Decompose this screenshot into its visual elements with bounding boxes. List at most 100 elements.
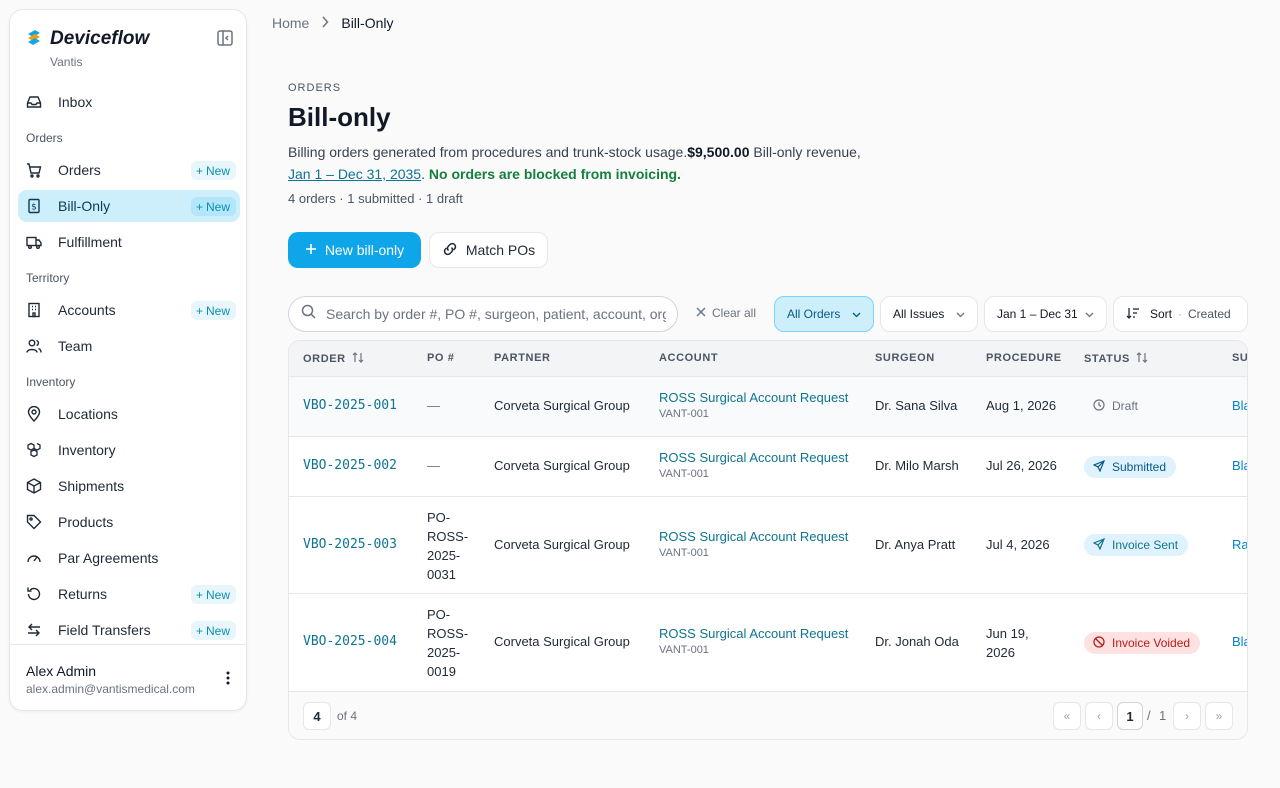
plus-icon: + [195,199,203,214]
new-bill-only-primary-button[interactable]: New bill-only [288,232,421,268]
account-link[interactable]: ROSS Surgical Account Request [659,529,848,544]
page-description: Billing orders generated from procedures… [288,144,861,182]
svg-text:$: $ [31,203,37,213]
all-orders-filter[interactable]: All Orders [774,296,874,332]
sidebar-item-label: Products [58,514,114,530]
sidebar-item-label: Par Agreements [58,550,159,566]
sidebar-item-team[interactable]: Team [18,330,240,362]
new-field-transfer-button[interactable]: + New [190,621,236,640]
sidebar-item-inventory[interactable]: Inventory [18,434,240,466]
sort-button[interactable]: Sort · Created [1113,296,1248,332]
search-input[interactable] [326,306,666,322]
procedure-date: Aug 1, 2026 [986,398,1057,413]
table-row[interactable]: VBO-2025-003 PO- ROSS- 2025- 0031 Corvet… [289,497,1247,594]
clear-all-button[interactable]: Clear all [696,306,756,320]
column-partner: PARTNER [494,352,551,364]
account-link[interactable]: ROSS Surgical Account Request [659,626,848,641]
status-cell: Invoice Sent [1084,534,1189,556]
new-bill-only-button[interactable]: + New [190,197,236,216]
account-link[interactable]: ROSS Surgical Account Request [659,450,848,465]
plus-icon: + [195,587,203,602]
sidebar-item-fulfillment[interactable]: Fulfillment [18,226,240,258]
supplier-link[interactable]: Bla [1232,634,1247,649]
account-code: VANT-001 [659,547,709,559]
more-vertical-icon[interactable] [226,671,230,690]
table-row[interactable]: VBO-2025-001 — Corveta Surgical Group RO… [289,377,1247,437]
sidebar-item-label: Locations [58,406,118,422]
sidebar-item-par-agreements[interactable]: Par Agreements [18,542,240,574]
breadcrumb: Home Bill-Only [272,15,393,31]
order-number[interactable]: VBO-2025-004 [303,634,397,649]
page-eyebrow: ORDERS [288,82,342,94]
new-order-button[interactable]: + New [190,161,236,180]
row-count: 4 [303,702,331,730]
collapse-sidebar-icon[interactable] [216,29,234,47]
current-page[interactable]: 1 [1117,702,1143,730]
new-account-button[interactable]: + New [190,301,236,320]
status-badge: Invoice Sent [1084,534,1189,556]
date-filter[interactable]: Jan 1 – Dec 31 [984,296,1107,332]
user-profile[interactable]: Alex Admin alex.admin@vantismedical.com [10,644,246,710]
account-code: VANT-001 [659,468,709,480]
supplier-link[interactable]: Bla [1232,398,1247,413]
order-number[interactable]: VBO-2025-003 [303,537,397,552]
all-issues-filter[interactable]: All Issues [880,296,978,332]
column-supplier: SU [1232,352,1248,364]
prev-page-button[interactable]: ‹ [1085,702,1113,730]
sidebar-item-shipments[interactable]: Shipments [18,470,240,502]
new-return-button[interactable]: + New [190,585,236,604]
revenue-label: Bill-only revenue, [749,144,861,160]
sidebar-item-products[interactable]: Products [18,506,240,538]
sidebar-item-inbox[interactable]: Inbox [18,86,240,118]
page-separator: / [1147,708,1151,723]
search-box[interactable] [288,296,678,332]
partner-name: Corveta Surgical Group [494,537,630,552]
column-order[interactable]: ORDER [303,352,364,366]
sidebar-item-label: Inbox [58,94,93,110]
arrows-left-right-icon [26,622,42,638]
first-page-button[interactable]: « [1053,702,1081,730]
last-page-button[interactable]: » [1205,702,1233,730]
sidebar-section-territory: Territory [26,271,70,285]
sidebar-item-label: Returns [58,586,108,602]
sidebar-item-orders[interactable]: Orders + New [18,154,240,186]
status-cell: Draft [1084,395,1148,417]
cart-icon [26,162,42,178]
status-cell: Submitted [1084,456,1177,478]
partner-name: Corveta Surgical Group [494,458,630,473]
column-status[interactable]: STATUS [1084,352,1148,366]
sidebar-item-locations[interactable]: Locations [18,398,240,430]
column-po: PO # [427,352,455,364]
date-range-link[interactable]: Jan 1 – Dec 31, 2035 [288,166,421,182]
order-number[interactable]: VBO-2025-001 [303,398,397,413]
table-row[interactable]: VBO-2025-002 — Corveta Surgical Group RO… [289,437,1247,497]
close-icon [696,306,706,320]
next-page-button[interactable]: › [1173,702,1201,730]
plus-icon: + [195,303,203,318]
match-pos-button[interactable]: Match POs [429,232,548,268]
sidebar-item-field-transfers[interactable]: Field Transfers + New [18,614,240,646]
rotate-ccw-icon [26,586,42,602]
supplier-link[interactable]: Ra [1232,537,1247,552]
order-number[interactable]: VBO-2025-002 [303,458,397,473]
chevron-down-icon [852,307,861,321]
inbox-icon [26,94,42,110]
column-procedure: PROCEDURE [986,352,1062,364]
breadcrumb-home[interactable]: Home [272,15,309,31]
brand[interactable]: Deviceflow [26,28,149,50]
surgeon-name: Dr. Sana Silva [875,398,958,413]
table-row[interactable]: VBO-2025-004 PO- ROSS- 2025- 0019 Corvet… [289,594,1247,691]
account-cell: ROSS Surgical Account Request VANT-001 [659,529,848,559]
description-text: Billing orders generated from procedures… [288,144,688,160]
sidebar-item-accounts[interactable]: Accounts + New [18,294,240,326]
chevron-down-icon [1085,307,1094,321]
sidebar-item-bill-only[interactable]: $ Bill-Only + New [18,190,240,222]
sidebar-item-returns[interactable]: Returns + New [18,578,240,610]
users-icon [26,338,42,354]
supplier-link[interactable]: Bla [1232,458,1247,473]
account-link[interactable]: ROSS Surgical Account Request [659,390,848,405]
send-icon [1092,537,1106,553]
building-icon [26,302,42,318]
sidebar-item-label: Bill-Only [58,198,111,214]
sidebar-nav: Inbox Orders Orders + New $ Bill-Only + Ne… [18,86,240,650]
